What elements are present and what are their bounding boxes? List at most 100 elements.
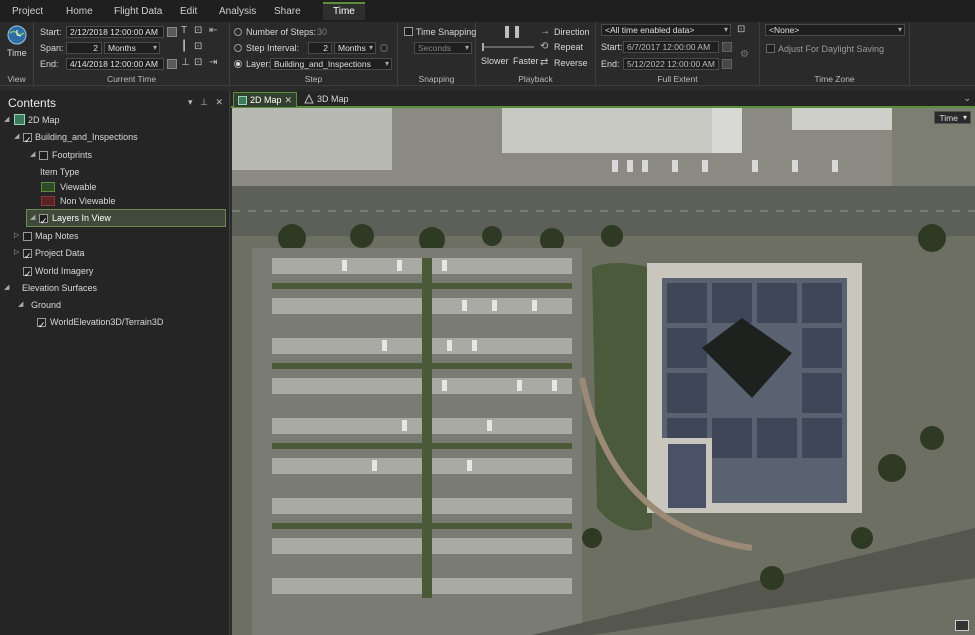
pin-icon[interactable]: ⊥ bbox=[200, 97, 208, 107]
reverse-button[interactable]: Reverse bbox=[554, 58, 588, 68]
aerial-imagery[interactable] bbox=[232, 108, 975, 635]
viewable-swatch bbox=[41, 182, 55, 192]
layer-visibility-checkbox[interactable] bbox=[23, 132, 32, 148]
num-steps-value[interactable]: 30 bbox=[317, 27, 327, 37]
time-snapping-checkbox[interactable] bbox=[404, 27, 413, 36]
globe-clock-icon bbox=[7, 25, 27, 45]
step-interval-field[interactable]: 2 bbox=[308, 42, 332, 54]
tree-label: Footprints bbox=[52, 150, 93, 160]
time-view-button[interactable]: Time bbox=[4, 24, 30, 58]
expand-arrow-icon[interactable]: ◢ bbox=[4, 112, 9, 128]
layer-visibility-checkbox[interactable] bbox=[23, 266, 32, 282]
step-interval-unit-dropdown[interactable]: Months bbox=[334, 42, 376, 54]
tab-home[interactable]: Home bbox=[66, 4, 93, 20]
calendar-icon[interactable] bbox=[722, 42, 732, 52]
tab-flight-data[interactable]: Flight Data bbox=[114, 4, 162, 20]
expand-arrow-icon[interactable]: ◢ bbox=[18, 297, 23, 313]
expand-arrow-icon[interactable]: ◢ bbox=[14, 129, 19, 145]
ribbon-tabbar: Project Home Flight Data Edit Analysis S… bbox=[0, 0, 975, 22]
expand-arrow-icon[interactable]: ◢ bbox=[4, 280, 9, 296]
tab-time[interactable]: Time bbox=[323, 2, 365, 20]
view-tabs: 2D Map ✕ 3D Map ⌄ bbox=[231, 91, 975, 108]
full-start-label: Start: bbox=[601, 42, 623, 52]
layer-visibility-checkbox[interactable] bbox=[39, 151, 48, 160]
calendar-icon[interactable] bbox=[722, 59, 732, 69]
tree-label: Item Type bbox=[40, 167, 80, 177]
unlock-end-icon[interactable]: ⊡ bbox=[194, 58, 202, 68]
close-icon[interactable]: ✕ bbox=[284, 93, 292, 108]
tree-label: Elevation Surfaces bbox=[22, 283, 98, 293]
contents-title: Contents bbox=[8, 96, 57, 110]
slower-label[interactable]: Slower bbox=[481, 56, 509, 66]
speed-slider-handle[interactable] bbox=[482, 43, 484, 51]
full-extent-group-label: Full Extent bbox=[657, 74, 698, 84]
tree-label: Map Notes bbox=[35, 231, 79, 241]
tree-label: 2D Map bbox=[28, 115, 60, 125]
calendar-icon[interactable] bbox=[167, 27, 177, 37]
tab-2d-map[interactable]: 2D Map ✕ bbox=[233, 92, 297, 107]
reverse-icon: ⇄ bbox=[540, 57, 549, 68]
map-view[interactable]: Time bbox=[232, 108, 975, 635]
layer-radio[interactable] bbox=[234, 60, 242, 68]
layer-visibility-checkbox[interactable] bbox=[39, 213, 48, 229]
snapping-group: Time Snapping Seconds Snapping bbox=[398, 22, 476, 86]
time-zone-group-label: Time Zone bbox=[814, 74, 855, 84]
lock-start-icon[interactable]: T bbox=[181, 26, 187, 36]
settings-icon[interactable]: ⚙ bbox=[740, 50, 749, 60]
faster-label[interactable]: Faster bbox=[513, 56, 539, 66]
map-time-button[interactable]: Time bbox=[934, 111, 971, 124]
speed-slider[interactable] bbox=[482, 46, 534, 48]
layer-visibility-checkbox[interactable] bbox=[37, 317, 46, 333]
time-zone-dropdown[interactable]: <None> bbox=[765, 24, 905, 36]
tab-share[interactable]: Share bbox=[274, 4, 301, 20]
direction-button[interactable]: Direction bbox=[554, 27, 590, 37]
current-time-group-label: Current Time bbox=[106, 74, 157, 84]
snap-start-icon[interactable]: ⇤ bbox=[209, 26, 217, 36]
layer-visibility-checkbox[interactable] bbox=[23, 232, 32, 241]
pane-menu-icon[interactable]: ▾ bbox=[188, 97, 193, 107]
span-unlock-icon[interactable]: ⊡ bbox=[194, 42, 202, 52]
span-label: Span: bbox=[40, 43, 64, 53]
calendar-icon[interactable] bbox=[167, 59, 177, 69]
span-value-field[interactable]: 2 bbox=[66, 42, 102, 54]
span-unit-dropdown[interactable]: Months bbox=[104, 42, 160, 54]
layer-visibility-checkbox[interactable] bbox=[23, 248, 32, 264]
layer-dropdown[interactable]: Building_and_Inspections bbox=[270, 58, 392, 70]
lock-icon[interactable]: ⊡ bbox=[737, 25, 745, 35]
full-extent-source-dropdown[interactable]: <All time enabled data> bbox=[601, 24, 731, 36]
end-time-field[interactable]: 4/14/2018 12:00:00 AM bbox=[66, 58, 164, 70]
snapping-unit-dropdown[interactable]: Seconds bbox=[414, 42, 472, 54]
daylight-saving-checkbox[interactable] bbox=[766, 44, 775, 53]
collapse-arrow-icon[interactable]: ▷ bbox=[14, 245, 19, 261]
repeat-button[interactable]: Repeat bbox=[554, 42, 583, 52]
scene-icon bbox=[304, 94, 314, 104]
step-interval-radio[interactable] bbox=[234, 44, 242, 52]
full-end-field[interactable]: 5/12/2022 12:00:00 AM bbox=[623, 58, 719, 70]
tab-3d-map[interactable]: 3D Map bbox=[301, 92, 361, 107]
start-time-field[interactable]: 2/12/2018 12:00:00 AM bbox=[66, 26, 164, 38]
span-lock-icon[interactable]: ┃ bbox=[181, 42, 187, 52]
full-extent-group: <All time enabled data> ⊡ Start: 6/7/201… bbox=[596, 22, 760, 86]
tab-edit[interactable]: Edit bbox=[180, 4, 197, 20]
number-of-steps-radio[interactable] bbox=[234, 28, 242, 36]
close-icon[interactable]: ✕ bbox=[215, 97, 223, 107]
notification-icon[interactable] bbox=[955, 620, 969, 631]
tree-label: Ground bbox=[31, 300, 62, 310]
tab-analysis[interactable]: Analysis bbox=[219, 4, 256, 20]
tab-project[interactable]: Project bbox=[12, 4, 43, 20]
snap-end-icon[interactable]: ⇥ bbox=[209, 58, 217, 68]
view-group-label: View bbox=[7, 74, 26, 84]
step-interval-label: Step Interval: bbox=[246, 43, 300, 53]
tabs-overflow-icon[interactable]: ⌄ bbox=[963, 93, 971, 104]
expand-arrow-icon[interactable]: ◢ bbox=[30, 210, 35, 226]
end-label: End: bbox=[40, 59, 59, 69]
collapse-arrow-icon[interactable]: ▷ bbox=[14, 228, 19, 244]
snapping-group-label: Snapping bbox=[418, 74, 455, 84]
full-start-field[interactable]: 6/7/2017 12:00:00 AM bbox=[623, 41, 719, 53]
unlock-icon[interactable]: ⊡ bbox=[194, 26, 202, 36]
pause-icon[interactable]: ❚❚ bbox=[502, 25, 522, 37]
map-icon bbox=[238, 96, 247, 105]
time-zone-group: <None> Adjust For Daylight Saving Time Z… bbox=[760, 22, 910, 86]
expand-arrow-icon[interactable]: ◢ bbox=[30, 147, 35, 163]
lock-end-icon[interactable]: ⊥ bbox=[181, 58, 190, 68]
